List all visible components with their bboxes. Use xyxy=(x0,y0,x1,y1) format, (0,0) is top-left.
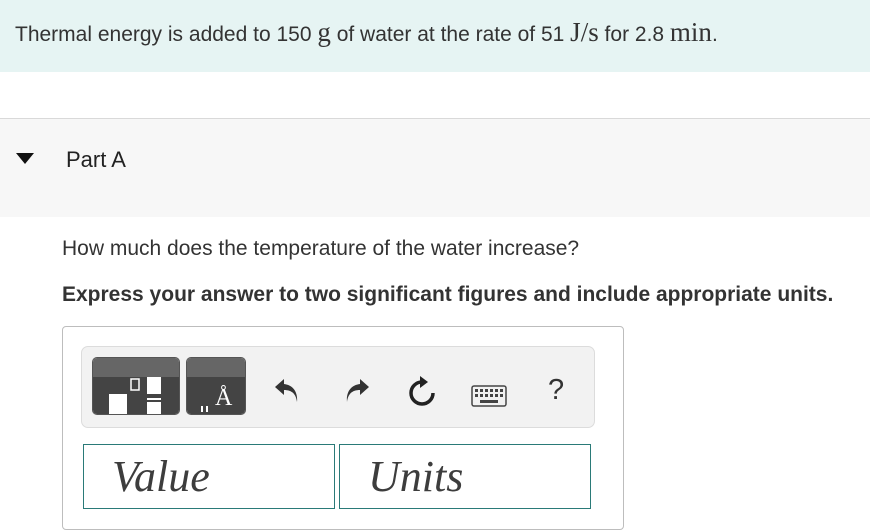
problem-statement: Thermal energy is added to 150 g of wate… xyxy=(15,17,718,48)
collapse-caret-icon[interactable] xyxy=(16,153,34,164)
part-a-header[interactable]: Part A xyxy=(0,119,870,217)
fraction-template-icon xyxy=(109,377,161,414)
part-title: Part A xyxy=(66,147,126,172)
value-input[interactable]: Value xyxy=(83,444,335,509)
value-placeholder: Value xyxy=(112,452,210,501)
rate-unit-denominator: s xyxy=(588,17,599,47)
rate-unit-numerator: J xyxy=(570,17,581,47)
units-placeholder: Units xyxy=(368,452,464,501)
problem-text-mid: of water at the rate of 51 xyxy=(330,23,571,46)
help-button[interactable]: ? xyxy=(548,374,564,407)
keyboard-icon[interactable] xyxy=(471,385,507,407)
templates-button[interactable] xyxy=(92,357,180,415)
units-button[interactable]: Å xyxy=(186,357,246,415)
mass-unit: g xyxy=(317,17,331,47)
problem-text-pre: Thermal energy is added to 150 xyxy=(15,23,318,46)
time-unit: min xyxy=(669,17,712,47)
question-text: How much does the temperature of the wat… xyxy=(62,237,580,260)
instruction-text: Express your answer to two significant f… xyxy=(62,283,834,306)
reset-icon[interactable] xyxy=(406,374,438,408)
math-toolbar: Å ? xyxy=(81,346,595,428)
problem-text-post: for 2.8 xyxy=(598,23,670,46)
units-input[interactable]: Units xyxy=(339,444,591,509)
problem-text-end: . xyxy=(711,23,718,46)
redo-icon[interactable] xyxy=(342,375,372,405)
undo-icon[interactable] xyxy=(272,375,302,405)
problem-banner: Thermal energy is added to 150 g of wate… xyxy=(0,0,870,72)
units-glyph: Å xyxy=(215,385,233,411)
